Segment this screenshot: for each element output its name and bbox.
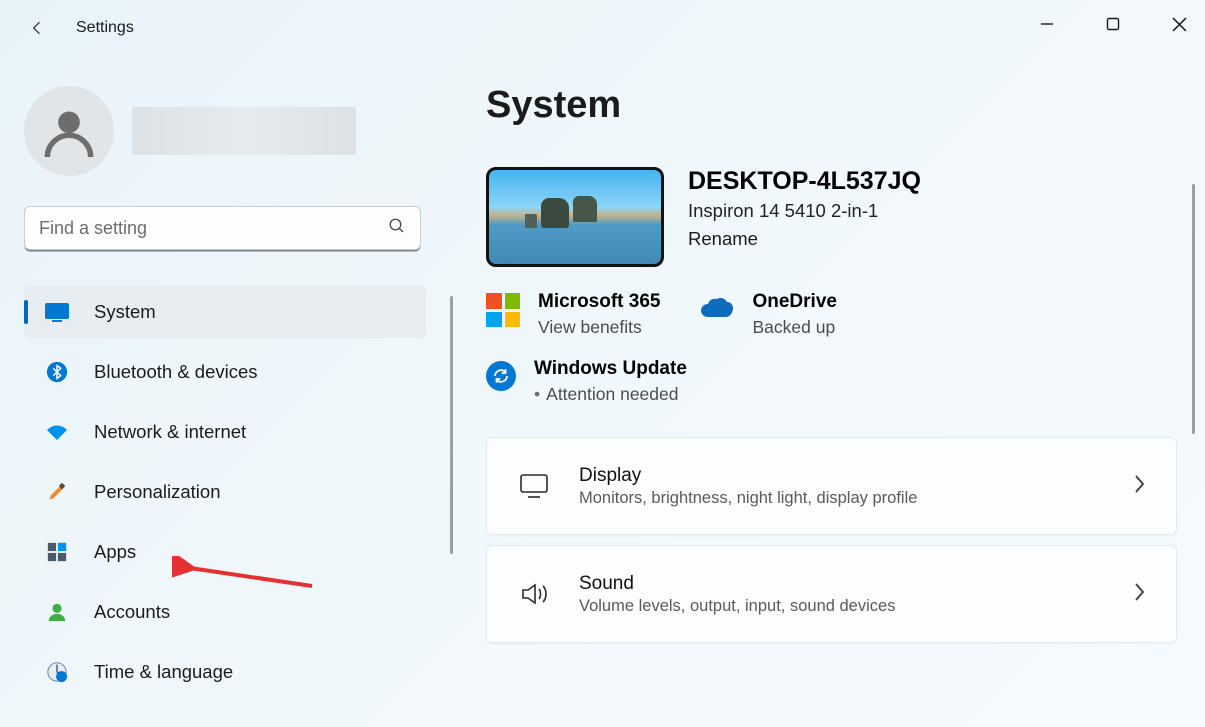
- sidebar-item-label: Time & language: [94, 661, 233, 683]
- sound-icon: [517, 581, 551, 607]
- update-title: Windows Update: [534, 358, 687, 380]
- device-wallpaper: [486, 167, 664, 267]
- status-card-m365[interactable]: Microsoft 365 View benefits: [486, 291, 660, 338]
- back-button[interactable]: [14, 5, 60, 51]
- page-title: System: [486, 84, 1177, 127]
- accounts-icon: [44, 600, 70, 624]
- minimize-button[interactable]: [1027, 8, 1067, 40]
- chevron-right-icon: [1132, 581, 1146, 608]
- main-content: System DESKTOP-4L537JQ Inspiron 14 5410 …: [486, 84, 1177, 727]
- search-box[interactable]: [24, 206, 421, 250]
- device-info: DESKTOP-4L537JQ Inspiron 14 5410 2-in-1 …: [688, 167, 921, 250]
- sidebar: System Bluetooth & devices Network & int…: [24, 86, 426, 706]
- sidebar-item-label: Personalization: [94, 481, 221, 503]
- sidebar-item-accounts[interactable]: Accounts: [24, 586, 426, 638]
- apps-icon: [44, 540, 70, 564]
- window-controls: [1027, 8, 1199, 40]
- chevron-right-icon: [1132, 473, 1146, 500]
- device-row: DESKTOP-4L537JQ Inspiron 14 5410 2-in-1 …: [486, 167, 1177, 267]
- sidebar-item-label: Accounts: [94, 601, 170, 623]
- search-input[interactable]: [39, 218, 388, 239]
- m365-sub: View benefits: [538, 317, 660, 338]
- status-cards: Microsoft 365 View benefits OneDrive Bac…: [486, 291, 1177, 338]
- settings-list: Display Monitors, brightness, night ligh…: [486, 437, 1177, 643]
- setting-title: Sound: [579, 573, 895, 595]
- sidebar-item-label: Network & internet: [94, 421, 246, 443]
- status-card-onedrive[interactable]: OneDrive Backed up: [700, 291, 836, 338]
- setting-title: Display: [579, 465, 917, 487]
- onedrive-icon: [700, 297, 734, 319]
- setting-sub: Volume levels, output, input, sound devi…: [579, 597, 895, 616]
- onedrive-sub: Backed up: [752, 317, 836, 338]
- update-sub: •Attention needed: [534, 384, 687, 405]
- setting-row-sound[interactable]: Sound Volume levels, output, input, soun…: [486, 545, 1177, 643]
- bluetooth-icon: [44, 360, 70, 384]
- maximize-button[interactable]: [1093, 8, 1133, 40]
- device-name: DESKTOP-4L537JQ: [688, 167, 921, 196]
- display-icon: [517, 473, 551, 499]
- titlebar: Settings: [0, 0, 1205, 56]
- setting-row-display[interactable]: Display Monitors, brightness, night ligh…: [486, 437, 1177, 535]
- rename-link[interactable]: Rename: [688, 228, 921, 250]
- sidebar-item-label: Apps: [94, 541, 136, 563]
- microsoft-logo-icon: [486, 293, 520, 327]
- sidebar-item-label: Bluetooth & devices: [94, 361, 258, 383]
- close-button[interactable]: [1159, 8, 1199, 40]
- sidebar-item-label: System: [94, 301, 156, 323]
- sidebar-item-time-language[interactable]: Time & language: [24, 646, 426, 698]
- sidebar-item-bluetooth[interactable]: Bluetooth & devices: [24, 346, 426, 398]
- user-name: [132, 107, 356, 155]
- setting-sub: Monitors, brightness, night light, displ…: [579, 489, 917, 508]
- user-row[interactable]: [24, 86, 426, 176]
- device-model: Inspiron 14 5410 2-in-1: [688, 200, 921, 222]
- onedrive-title: OneDrive: [752, 291, 836, 313]
- sidebar-item-system[interactable]: System: [24, 286, 426, 338]
- brush-icon: [44, 480, 70, 504]
- update-icon: [486, 361, 516, 391]
- main-scrollbar[interactable]: [1192, 184, 1195, 434]
- m365-title: Microsoft 365: [538, 291, 660, 313]
- wifi-icon: [44, 420, 70, 444]
- system-icon: [44, 300, 70, 324]
- app-title: Settings: [76, 19, 134, 37]
- avatar: [24, 86, 114, 176]
- sidebar-scrollbar[interactable]: [450, 296, 453, 554]
- sidebar-item-personalization[interactable]: Personalization: [24, 466, 426, 518]
- status-card-windows-update[interactable]: Windows Update •Attention needed: [486, 358, 1177, 405]
- clock-globe-icon: [44, 660, 70, 684]
- search-icon: [388, 217, 406, 240]
- nav: System Bluetooth & devices Network & int…: [24, 286, 426, 698]
- sidebar-item-network[interactable]: Network & internet: [24, 406, 426, 458]
- sidebar-item-apps[interactable]: Apps: [24, 526, 426, 578]
